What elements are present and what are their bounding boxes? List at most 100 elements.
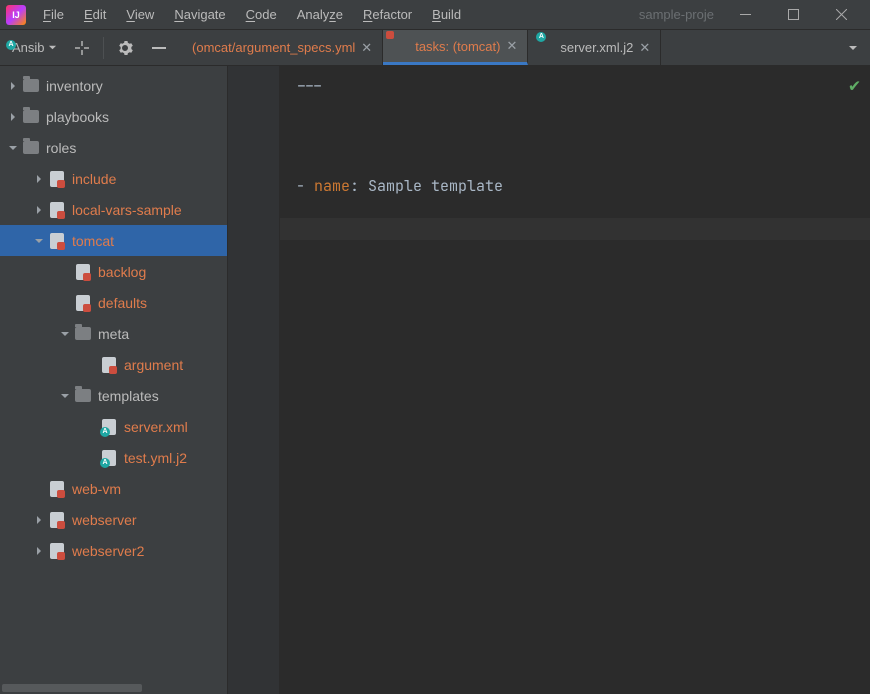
chevron-right-icon[interactable] [32, 172, 46, 186]
ansible-file-icon [48, 201, 66, 219]
tree-item-backlog[interactable]: backlog [0, 256, 227, 287]
menu-analyze[interactable]: Analyze [288, 3, 352, 26]
code-editor[interactable]: ✔ --- - name: Sample template [280, 66, 870, 694]
ansible-file-icon [74, 263, 92, 281]
window-close[interactable] [818, 0, 864, 30]
editor-line [296, 96, 854, 116]
editor-tabs: omcat/argument_specs.yml) ✕ tasks: (tomc… [182, 30, 836, 65]
editor-line [296, 156, 854, 176]
tree-folder-playbooks[interactable]: playbooks [0, 101, 227, 132]
ansible-file-icon [48, 232, 66, 250]
tab-server-xml-j2[interactable]: server.xml.j2 ✕ [528, 30, 661, 65]
tab-label: server.xml.j2 [560, 40, 633, 55]
tree-item-web-vm[interactable]: web-vm [0, 473, 227, 504]
tab-overflow[interactable] [836, 42, 870, 54]
tree-label: defaults [98, 295, 147, 311]
settings-icon[interactable] [112, 35, 138, 61]
tree-item-include[interactable]: include [0, 163, 227, 194]
project-name: sample-proje [639, 7, 720, 22]
tree-label: include [72, 171, 116, 187]
tab-label: omcat/argument_specs.yml) [192, 40, 355, 55]
close-icon[interactable]: ✕ [361, 40, 372, 56]
editor-gutter [228, 66, 280, 694]
editor-line: - name: Sample template [296, 176, 854, 196]
select-target-icon[interactable] [69, 35, 95, 61]
window-minimize[interactable] [722, 0, 768, 30]
breadcrumb[interactable]: Ansible [8, 40, 65, 55]
breadcrumb-label: Ansible [12, 40, 44, 55]
tab-tasks-tomcat[interactable]: tasks: (tomcat) ✕ [383, 30, 528, 65]
ansible-file-icon [48, 170, 66, 188]
chevron-right-icon[interactable] [32, 203, 46, 217]
chevron-down-icon[interactable] [58, 327, 72, 341]
ansible-file-icon [48, 511, 66, 529]
tree-label: local-vars-sample [72, 202, 182, 218]
chevron-down-icon[interactable] [32, 234, 46, 248]
toolbar-separator [103, 37, 104, 59]
chevron-right-icon[interactable] [6, 79, 20, 93]
tree-item-webserver[interactable]: webserver [0, 504, 227, 535]
toolbar: Ansible omcat/argument_specs.yml) ✕ task… [0, 30, 870, 66]
chevron-right-icon[interactable] [32, 513, 46, 527]
tree-item-webserver2[interactable]: webserver2 [0, 535, 227, 566]
chevron-right-icon[interactable] [6, 110, 20, 124]
folder-icon [74, 325, 92, 343]
tree-item-server-xml[interactable]: server.xml [0, 411, 227, 442]
tree-item-tomcat[interactable]: tomcat [0, 225, 227, 256]
tree-label: server.xml [124, 419, 188, 435]
chevron-down-icon[interactable] [6, 141, 20, 155]
tree-item-local-vars[interactable]: local-vars-sample [0, 194, 227, 225]
menu-navigate[interactable]: Navigate [165, 3, 234, 26]
app-icon: IJ [6, 5, 26, 25]
menu-view[interactable]: View [117, 3, 163, 26]
folder-icon [22, 139, 40, 157]
editor-line [296, 136, 854, 156]
menubar: IJ File Edit View Navigate Code Analyze … [0, 0, 870, 30]
close-icon[interactable]: ✕ [506, 38, 517, 54]
tree-item-defaults[interactable]: defaults [0, 287, 227, 318]
folder-icon [22, 77, 40, 95]
close-icon[interactable]: ✕ [639, 40, 650, 56]
chevron-right-icon[interactable] [32, 544, 46, 558]
tree-label: tomcat [72, 233, 114, 249]
collapse-icon[interactable] [146, 35, 172, 61]
tab-label: tasks: (tomcat) [415, 39, 500, 54]
window-maximize[interactable] [770, 0, 816, 30]
tree-label: web-vm [72, 481, 121, 497]
tree-folder-roles[interactable]: roles [0, 132, 227, 163]
inspection-ok-icon[interactable]: ✔ [849, 74, 860, 97]
tree-label: argument [124, 357, 183, 373]
editor-line [296, 116, 854, 136]
j2-file-icon [100, 449, 118, 467]
tab-argument-specs[interactable]: omcat/argument_specs.yml) ✕ [182, 30, 383, 65]
tree-folder-inventory[interactable]: inventory [0, 70, 227, 101]
chevron-down-icon [48, 43, 57, 52]
menu-refactor[interactable]: Refactor [354, 3, 421, 26]
tree-label: inventory [46, 78, 103, 94]
tree-folder-templates[interactable]: templates [0, 380, 227, 411]
tree-label: webserver [72, 512, 137, 528]
scrollbar-thumb[interactable] [2, 684, 142, 692]
folder-icon [74, 387, 92, 405]
caret-line-highlight [280, 218, 870, 240]
ansible-file-icon [48, 480, 66, 498]
tree-item-argument[interactable]: argument [0, 349, 227, 380]
menu-edit[interactable]: Edit [75, 3, 115, 26]
editor-line: --- [296, 76, 854, 96]
menu-code[interactable]: Code [237, 3, 286, 26]
tree-folder-meta[interactable]: meta [0, 318, 227, 349]
menu-build[interactable]: Build [423, 3, 470, 26]
j2-file-icon [538, 40, 554, 56]
project-sidebar: inventory playbooks roles include lo [0, 66, 228, 694]
tree-label: test.yml.j2 [124, 450, 187, 466]
j2-file-icon [100, 418, 118, 436]
chevron-down-icon[interactable] [58, 389, 72, 403]
menu-file[interactable]: File [34, 3, 73, 26]
sidebar-scrollbar[interactable] [0, 682, 227, 694]
tree-label: playbooks [46, 109, 109, 125]
tree-label: templates [98, 388, 159, 404]
ansible-file-icon [100, 356, 118, 374]
project-tree[interactable]: inventory playbooks roles include lo [0, 66, 227, 566]
tree-label: webserver2 [72, 543, 144, 559]
tree-item-test-yml-j2[interactable]: test.yml.j2 [0, 442, 227, 473]
